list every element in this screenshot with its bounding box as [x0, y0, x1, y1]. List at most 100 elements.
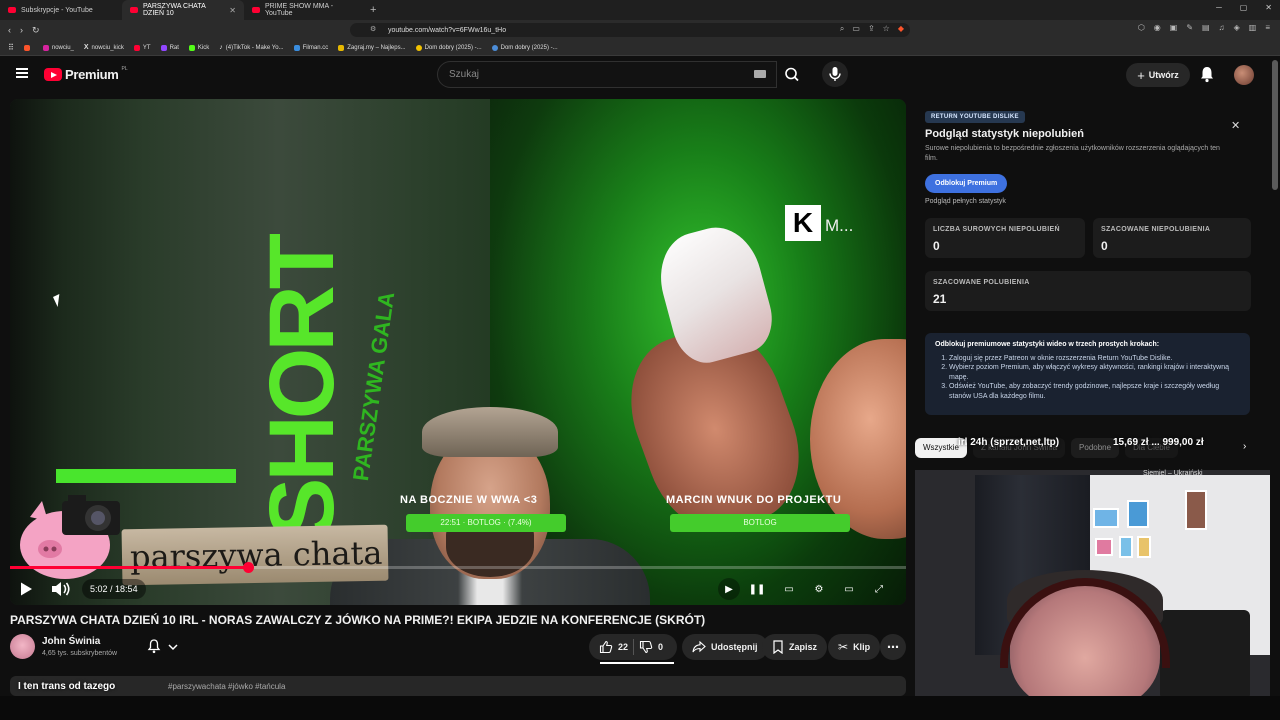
- tab-subscriptions[interactable]: Subskrypcje - YouTube: [0, 0, 122, 20]
- thumbs-down-icon: [639, 640, 653, 654]
- save-button[interactable]: Zapisz: [762, 634, 828, 660]
- bookmark-item[interactable]: Filman.cc: [289, 44, 334, 51]
- bookmark-item[interactable]: YT: [129, 44, 156, 51]
- like-count: 22: [618, 642, 629, 652]
- extensions-area: ⬡ ◉ ▣ ✎ ▤ ♫ ◈ ▥ ≡: [1138, 23, 1270, 32]
- play-icon[interactable]: [18, 581, 34, 597]
- bookmark-item[interactable]: Dom dobry (2025) -...: [487, 44, 563, 51]
- channel-avatar[interactable]: [10, 634, 35, 659]
- menu-icon[interactable]: ≡: [1265, 23, 1270, 32]
- youtube-premium-logo[interactable]: Premium PL: [44, 66, 128, 82]
- share-button[interactable]: Udostępnij: [682, 634, 768, 660]
- close-tab-icon[interactable]: ✕: [229, 6, 236, 15]
- hamburger-menu-icon[interactable]: [16, 68, 28, 78]
- maximize-icon[interactable]: ▢: [1240, 3, 1248, 12]
- tab-prime-show[interactable]: PRIME SHOW MMA - YouTube: [244, 0, 366, 20]
- star-icon[interactable]: ☆: [883, 24, 890, 34]
- account-avatar[interactable]: [1234, 65, 1254, 85]
- create-button[interactable]: + Utwórz: [1126, 63, 1190, 87]
- zoom-icon[interactable]: ⌕: [840, 24, 844, 34]
- extension-icon[interactable]: ◈: [1234, 23, 1240, 32]
- extension-icon[interactable]: ◉: [1154, 23, 1161, 32]
- dislike-button[interactable]: 0: [639, 640, 663, 654]
- forward-icon[interactable]: ›: [20, 25, 23, 36]
- current-time: 5:02: [90, 584, 108, 594]
- like-button[interactable]: 22: [599, 640, 628, 654]
- theater-mode-icon[interactable]: ▭: [838, 578, 860, 600]
- video-progress-bar[interactable]: [10, 562, 906, 573]
- bookmark-item[interactable]: Kick: [184, 44, 214, 51]
- bookmark-item[interactable]: ♪ (4)TikTok - Make Yo...: [214, 44, 288, 51]
- search-button[interactable]: [777, 61, 807, 88]
- channel-name[interactable]: John Świnia: [42, 636, 100, 647]
- bookmark-item[interactable]: Xnowciu_kick: [79, 44, 129, 51]
- related-video-title: Siemiel – Ukraiński: [1143, 470, 1203, 477]
- apps-icon[interactable]: ⠿: [0, 43, 19, 52]
- wall-poster: [1127, 500, 1149, 528]
- step-item: Odśwież YouTube, aby zobaczyć trendy god…: [949, 382, 1240, 401]
- extension-icon[interactable]: ⬡: [1138, 23, 1145, 32]
- fullscreen-icon[interactable]: ⤢: [868, 578, 890, 600]
- kick-channel-text: M...: [825, 216, 854, 235]
- progress-fill: [10, 566, 249, 569]
- unlock-premium-button[interactable]: Odblokuj Premium: [925, 174, 1008, 193]
- bookmark-item[interactable]: Zagraj.my – Najleps...: [333, 44, 410, 51]
- extension-icon[interactable]: ✎: [1186, 23, 1193, 32]
- clip-button[interactable]: ✂ Klip: [828, 634, 881, 660]
- subtitles-icon[interactable]: ▭: [778, 578, 800, 600]
- player-controls: 5:02 / 18:54 ▶ ❚❚ ▭ ⚙ ▭ ⤢: [10, 573, 906, 605]
- bookmark-item[interactable]: Rat: [156, 44, 184, 51]
- window-controls: ─ ▢ ✕: [1216, 3, 1272, 12]
- green-bar: [56, 469, 236, 483]
- close-icon[interactable]: ✕: [1231, 119, 1240, 132]
- bookmark-item[interactable]: nowciu_: [38, 44, 79, 51]
- more-actions-icon[interactable]: ⋯: [880, 634, 906, 660]
- music-icon[interactable]: ♫: [1219, 23, 1225, 32]
- tab-label: Subskrypcje - YouTube: [21, 6, 93, 14]
- settings-gear-icon[interactable]: ⚙: [808, 578, 830, 600]
- wall-poster: [1137, 536, 1151, 558]
- description-box[interactable]: #parszywachata #jówko #tańcula I ten tra…: [10, 676, 906, 696]
- youtube-header: Premium PL Szukaj + Utwórz: [0, 57, 1280, 93]
- site-info-icon[interactable]: ⚙: [370, 25, 376, 33]
- microphone-icon: [829, 67, 841, 81]
- twitch-icon: [160, 44, 167, 51]
- chat-overlay-text: I ten trans od tazego: [18, 681, 116, 692]
- url-field[interactable]: ⚙ youtube.com/watch?v=6FWw16u_tHo ⌕ ▭ ⇪ …: [350, 23, 910, 37]
- thumbs-up-icon: [599, 640, 613, 654]
- logo-text: Premium: [65, 67, 119, 82]
- voice-search-button[interactable]: [822, 61, 848, 87]
- chip-related[interactable]: Podobne: [1071, 438, 1120, 458]
- brave-shield-icon[interactable]: ◆: [898, 24, 904, 34]
- extension-icon[interactable]: ▤: [1202, 23, 1210, 32]
- video-player[interactable]: SHORT PARSZYWA GALA K M... NA BOCZNIE W …: [10, 99, 906, 605]
- minimize-icon[interactable]: ─: [1216, 3, 1222, 12]
- notifications-button[interactable]: [1199, 65, 1215, 83]
- keyboard-icon[interactable]: [754, 70, 766, 78]
- page-scrollbar[interactable]: [1272, 60, 1278, 190]
- cast-icon[interactable]: ▭: [852, 24, 860, 34]
- tab-current-video[interactable]: PARSZYWA CHATA DZIEŃ 10 ✕: [122, 0, 244, 20]
- browser-tab-bar: Subskrypcje - YouTube PARSZYWA CHATA DZI…: [0, 0, 1280, 20]
- bookmark-item[interactable]: [19, 44, 38, 51]
- kick-icon: [188, 44, 195, 51]
- reload-icon[interactable]: ↻: [32, 25, 40, 36]
- bell-icon: [1201, 67, 1213, 83]
- close-window-icon[interactable]: ✕: [1265, 3, 1272, 12]
- brave-logo-icon: [23, 44, 30, 51]
- bookmark-item[interactable]: Dom dobry (2025) -...: [411, 44, 487, 51]
- extension-icon[interactable]: ▣: [1170, 23, 1178, 32]
- subscription-bell-button[interactable]: [137, 634, 189, 660]
- youtube-favicon-icon: [130, 7, 138, 13]
- film-icon: [491, 44, 498, 51]
- chevron-right-icon[interactable]: ›: [1243, 441, 1246, 452]
- new-tab-button[interactable]: +: [370, 4, 376, 16]
- back-icon[interactable]: ‹: [8, 25, 11, 36]
- wallet-icon[interactable]: ▥: [1249, 23, 1257, 32]
- autoplay-toggle-icon[interactable]: ▶: [718, 578, 740, 600]
- bookmark-icon: [773, 640, 783, 654]
- pause-autoplay-icon[interactable]: ❚❚: [746, 578, 768, 600]
- volume-icon[interactable]: [50, 580, 72, 598]
- search-input[interactable]: Szukaj: [437, 61, 777, 88]
- share-page-icon[interactable]: ⇪: [868, 24, 875, 34]
